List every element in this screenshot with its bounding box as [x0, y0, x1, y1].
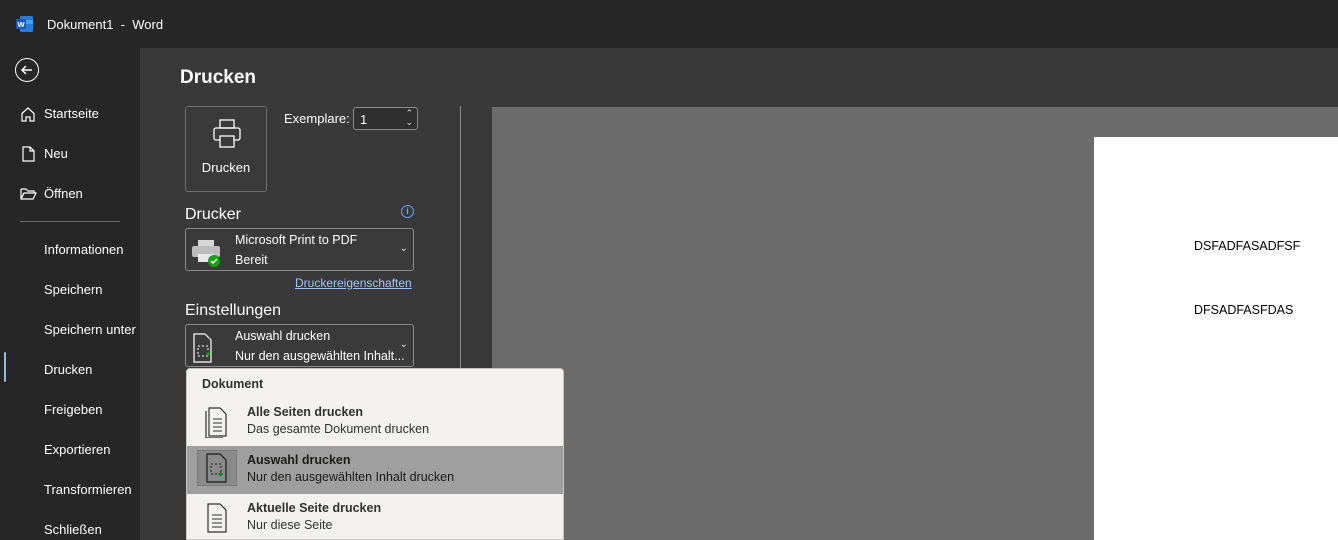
- current-page-icon: [207, 503, 227, 533]
- backstage-nav: Startseite Neu Öffnen Informationen Spei…: [0, 48, 140, 540]
- preview-text-line: DFSADFASFDAS: [1194, 303, 1294, 317]
- nav-item-label: Startseite: [44, 106, 99, 121]
- chevron-down-icon: ⌄: [399, 339, 408, 350]
- spin-arrows-icon[interactable]: ⌃ ⌄: [405, 109, 413, 127]
- menu-item-subtitle: Nur diese Seite: [247, 518, 333, 532]
- printer-name: Microsoft Print to PDF: [235, 233, 358, 247]
- preview-page: [1094, 137, 1338, 540]
- printer-dropdown[interactable]: Microsoft Print to PDF Bereit ⌄: [185, 228, 414, 271]
- chevron-down-icon: ⌄: [399, 243, 408, 254]
- nav-item-neu[interactable]: Neu: [0, 136, 140, 172]
- window-title: Dokument1 - Word: [47, 17, 164, 32]
- printer-icon: [213, 119, 241, 148]
- nav-item-label: Drucken: [44, 362, 93, 377]
- nav-item-startseite[interactable]: Startseite: [0, 96, 140, 132]
- copies-label: Exemplare:: [284, 111, 350, 126]
- nav-item-oeffnen[interactable]: Öffnen: [0, 176, 140, 212]
- nav-item-label: Transformieren: [44, 482, 132, 497]
- back-button[interactable]: [15, 58, 39, 82]
- nav-item-speichern-unter[interactable]: Speichern unter: [0, 312, 140, 348]
- nav-item-label: Speichern: [44, 282, 103, 297]
- selection-icon: [197, 450, 237, 486]
- printer-properties-link[interactable]: Druckereigenschaften: [295, 276, 412, 290]
- nav-item-schliessen[interactable]: Schließen: [0, 512, 140, 540]
- menu-item-current-page[interactable]: Aktuelle Seite drucken Nur diese Seite: [187, 494, 563, 540]
- copies-stepper[interactable]: 1 ⌃ ⌄: [353, 107, 418, 130]
- printer-ready-icon: [192, 240, 220, 267]
- menu-section-header: Dokument: [202, 377, 264, 391]
- printer-section-title: Drucker: [185, 206, 242, 223]
- menu-item-subtitle: Das gesamte Dokument drucken: [247, 422, 430, 436]
- copies-value: 1: [360, 112, 368, 127]
- menu-item-subtitle: Nur den ausgewählten Inhalt drucken: [247, 470, 455, 484]
- info-icon[interactable]: i: [401, 205, 414, 218]
- title-bar: W Dokument1 - Word: [0, 0, 1338, 48]
- nav-item-drucken[interactable]: Drucken: [0, 352, 140, 388]
- nav-item-label: Exportieren: [44, 442, 111, 457]
- nav-item-transformieren[interactable]: Transformieren: [0, 472, 140, 508]
- all-pages-icon: [205, 407, 227, 438]
- nav-item-label: Neu: [44, 146, 68, 161]
- new-document-icon: [22, 146, 35, 162]
- arrow-left-icon: [20, 65, 32, 75]
- print-button-label: Drucken: [201, 160, 251, 175]
- menu-item-title: Auswahl drucken: [247, 453, 351, 467]
- print-range-subtitle: Nur den ausgewählten Inhalt...: [235, 349, 405, 363]
- nav-item-informationen[interactable]: Informationen: [0, 232, 140, 268]
- nav-item-speichern[interactable]: Speichern: [0, 272, 140, 308]
- svg-text:W: W: [17, 20, 25, 29]
- nav-item-freigeben[interactable]: Freigeben: [0, 392, 140, 428]
- menu-item-title: Aktuelle Seite drucken: [247, 501, 382, 515]
- page-title: Drucken: [180, 67, 257, 88]
- menu-item-all-pages[interactable]: Alle Seiten drucken Das gesamte Dokument…: [187, 398, 563, 446]
- preview-text-line: DSFADFASADFSF: [1194, 239, 1301, 253]
- printer-status: Bereit: [235, 253, 268, 267]
- nav-item-exportieren[interactable]: Exportieren: [0, 432, 140, 468]
- settings-section-title: Einstellungen: [185, 302, 282, 319]
- print-range-title: Auswahl drucken: [235, 329, 331, 343]
- menu-item-title: Alle Seiten drucken: [247, 405, 364, 419]
- nav-item-label: Freigeben: [44, 402, 103, 417]
- print-range-menu: Dokument Alle Seiten drucken Das gesamte…: [186, 368, 564, 540]
- home-icon: [21, 107, 35, 122]
- menu-item-selection[interactable]: Auswahl drucken Nur den ausgewählten Inh…: [187, 446, 563, 494]
- word-logo-icon: W: [16, 16, 33, 32]
- nav-divider: [20, 221, 120, 222]
- nav-item-label: Schließen: [44, 522, 102, 537]
- print-range-dropdown[interactable]: Auswahl drucken Nur den ausgewählten Inh…: [185, 324, 414, 367]
- print-button[interactable]: Drucken: [185, 106, 267, 192]
- folder-open-icon: [20, 188, 37, 200]
- nav-item-label: Öffnen: [44, 186, 83, 201]
- selection-icon: [193, 333, 212, 363]
- nav-item-label: Informationen: [44, 242, 124, 257]
- nav-item-label: Speichern unter: [44, 322, 136, 337]
